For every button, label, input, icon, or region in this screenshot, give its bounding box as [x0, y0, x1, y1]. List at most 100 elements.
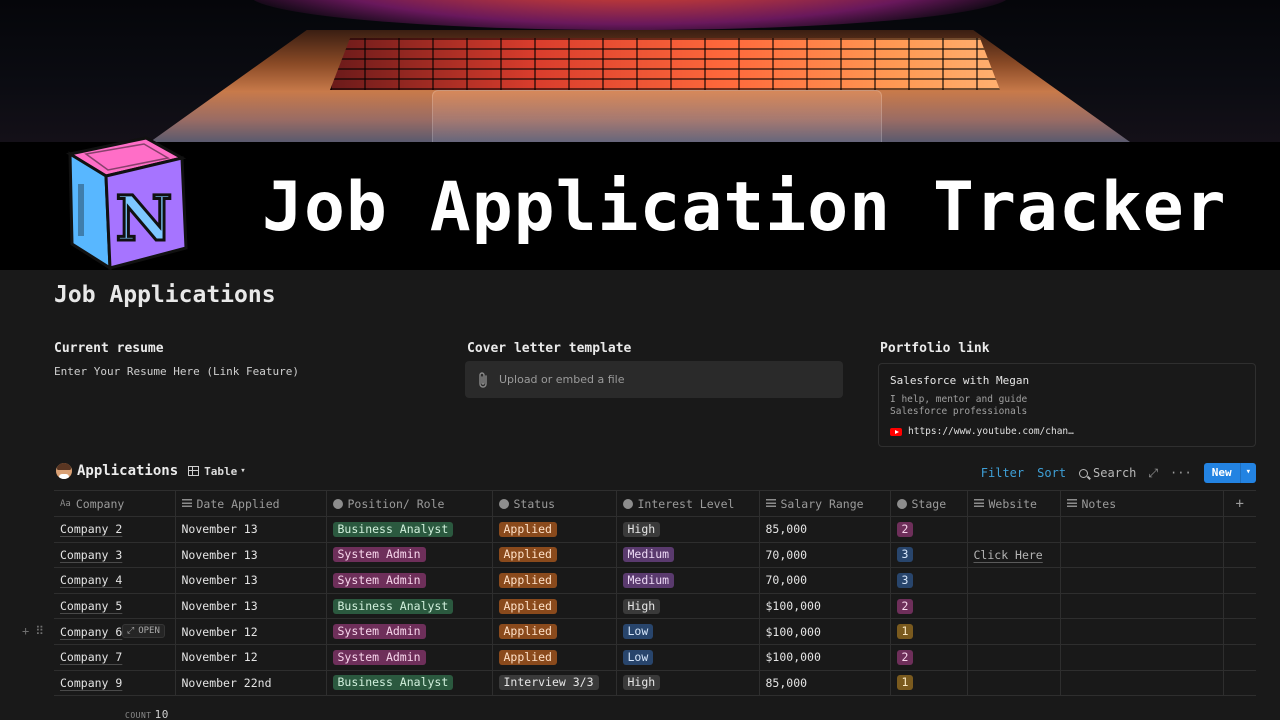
salary-cell[interactable]: $100,000 [759, 593, 891, 620]
salary-cell[interactable]: 70,000 [759, 567, 891, 594]
view-selector-table[interactable]: Table ▾ [188, 465, 246, 478]
table-row[interactable]: Company 9 November 22nd Business Analyst In… [54, 670, 1256, 697]
row-drag-handle[interactable]: + ⠿ [22, 624, 44, 638]
salary-cell[interactable]: 85,000 [759, 516, 891, 543]
salary-cell[interactable]: $100,000 [759, 644, 891, 671]
interest-cell[interactable]: Medium [616, 567, 760, 594]
filter-button[interactable]: Filter [981, 466, 1024, 480]
date-cell[interactable]: November 12 [175, 618, 327, 645]
portfolio-bookmark[interactable]: Salesforce with Megan I help, mentor and… [878, 363, 1256, 447]
interest-cell[interactable]: Medium [616, 542, 760, 569]
salary-cell[interactable]: $100,000 [759, 618, 891, 645]
company-cell[interactable]: Company 5 [54, 593, 176, 620]
table-row[interactable]: Company 2 November 13 Business Analyst Appl… [54, 516, 1256, 543]
date-cell[interactable]: November 13 [175, 542, 327, 569]
status-cell[interactable]: Applied [492, 593, 617, 620]
add-column-plus-icon[interactable]: + [1223, 490, 1256, 517]
interest-cell[interactable]: High [616, 670, 760, 697]
interest-cell[interactable]: High [616, 593, 760, 620]
sort-button[interactable]: Sort [1037, 466, 1066, 480]
search-button[interactable]: Search [1079, 466, 1136, 480]
column-header-status[interactable]: Status [492, 490, 617, 517]
new-dropdown-chevron-icon[interactable]: ▾ [1239, 463, 1256, 483]
notes-cell[interactable] [1060, 593, 1224, 620]
position-tag: System Admin [332, 624, 426, 640]
interest-cell[interactable]: Low [616, 618, 760, 645]
column-header-position[interactable]: Position/ Role [326, 490, 493, 517]
website-cell[interactable] [967, 670, 1061, 697]
upload-file-button[interactable]: Upload or embed a file [465, 361, 843, 398]
position-cell[interactable]: Business Analyst [326, 593, 493, 620]
date-cell[interactable]: November 13 [175, 593, 327, 620]
table-row[interactable]: Company 4 November 13 System Admin Applied M… [54, 567, 1256, 594]
new-button[interactable]: New ▾ [1203, 463, 1256, 483]
position-cell[interactable]: System Admin [326, 567, 493, 594]
date-cell[interactable]: November 12 [175, 644, 327, 671]
position-cell[interactable]: System Admin [326, 542, 493, 569]
stage-cell[interactable]: 2 [890, 516, 968, 543]
interest-cell[interactable]: High [616, 516, 760, 543]
notes-cell[interactable] [1060, 516, 1224, 543]
table-row[interactable]: Company 6 November 12 System Admin Applied L… [54, 618, 1256, 645]
salary-cell[interactable]: 85,000 [759, 670, 891, 697]
column-header-salary[interactable]: Salary Range [759, 490, 891, 517]
website-cell[interactable] [967, 618, 1061, 645]
stage-cell[interactable]: 3 [890, 542, 968, 569]
empty-cell [1223, 593, 1256, 620]
status-cell[interactable]: Applied [492, 516, 617, 543]
notes-cell[interactable] [1060, 618, 1224, 645]
company-cell[interactable]: Company 9 [54, 670, 176, 697]
status-cell[interactable]: Applied [492, 567, 617, 594]
stage-cell[interactable]: 1 [890, 670, 968, 697]
notion-page: Job Applications Current resume Enter Yo… [0, 270, 1280, 720]
salary-cell[interactable]: 70,000 [759, 542, 891, 569]
stage-cell[interactable]: 2 [890, 593, 968, 620]
table-row[interactable]: Company 3 November 13 System Admin Applied M… [54, 542, 1256, 569]
column-header-notes[interactable]: Notes [1060, 490, 1224, 517]
stage-cell[interactable]: 1 [890, 618, 968, 645]
column-header-interest[interactable]: Interest Level [616, 490, 760, 517]
select-property-icon [332, 498, 343, 509]
column-header-company[interactable]: Aa Company [54, 490, 176, 517]
date-cell[interactable]: November 13 [175, 567, 327, 594]
position-cell[interactable]: Business Analyst [326, 670, 493, 697]
company-cell[interactable]: Company 7 [54, 644, 176, 671]
bookmark-url-row: https://www.youtube.com/chan… [890, 426, 1244, 437]
website-cell[interactable] [967, 516, 1061, 543]
website-cell[interactable]: Click Here [967, 542, 1061, 569]
website-cell[interactable] [967, 593, 1061, 620]
company-cell[interactable]: Company 3 [54, 542, 176, 569]
stage-cell[interactable]: 2 [890, 644, 968, 671]
column-header-date[interactable]: Date Applied [175, 490, 327, 517]
more-options-icon[interactable]: ··· [1170, 466, 1192, 480]
interest-cell[interactable]: Low [616, 644, 760, 671]
drag-handle-icon[interactable]: ⠿ [35, 624, 44, 638]
position-cell[interactable]: Business Analyst [326, 516, 493, 543]
stage-cell[interactable]: 3 [890, 567, 968, 594]
database-title[interactable]: Applications [77, 463, 178, 479]
status-cell[interactable]: Applied [492, 542, 617, 569]
website-cell[interactable] [967, 644, 1061, 671]
position-cell[interactable]: System Admin [326, 618, 493, 645]
date-cell[interactable]: November 13 [175, 516, 327, 543]
status-cell[interactable]: Applied [492, 644, 617, 671]
column-header-website[interactable]: Website [967, 490, 1061, 517]
status-cell[interactable]: Interview 3/3 [492, 670, 617, 697]
notes-cell[interactable] [1060, 542, 1224, 569]
company-cell[interactable]: Company 4 [54, 567, 176, 594]
column-header-stage[interactable]: Stage [890, 490, 968, 517]
table-row[interactable]: Company 5 November 13 Business Analyst Appl… [54, 593, 1256, 620]
open-row-button[interactable]: ⤢ OPEN [122, 624, 165, 638]
notes-cell[interactable] [1060, 567, 1224, 594]
date-cell[interactable]: November 22nd [175, 670, 327, 697]
resume-value[interactable]: Enter Your Resume Here (Link Feature) [54, 365, 299, 378]
table-row[interactable]: Company 7 November 12 System Admin Applied L… [54, 644, 1256, 671]
notes-cell[interactable] [1060, 644, 1224, 671]
position-cell[interactable]: System Admin [326, 644, 493, 671]
status-cell[interactable]: Applied [492, 618, 617, 645]
website-cell[interactable] [967, 567, 1061, 594]
expand-icon[interactable]: ⤢ [1148, 466, 1158, 481]
add-row-plus-icon[interactable]: + [22, 624, 29, 638]
company-cell[interactable]: Company 2 [54, 516, 176, 543]
notes-cell[interactable] [1060, 670, 1224, 697]
